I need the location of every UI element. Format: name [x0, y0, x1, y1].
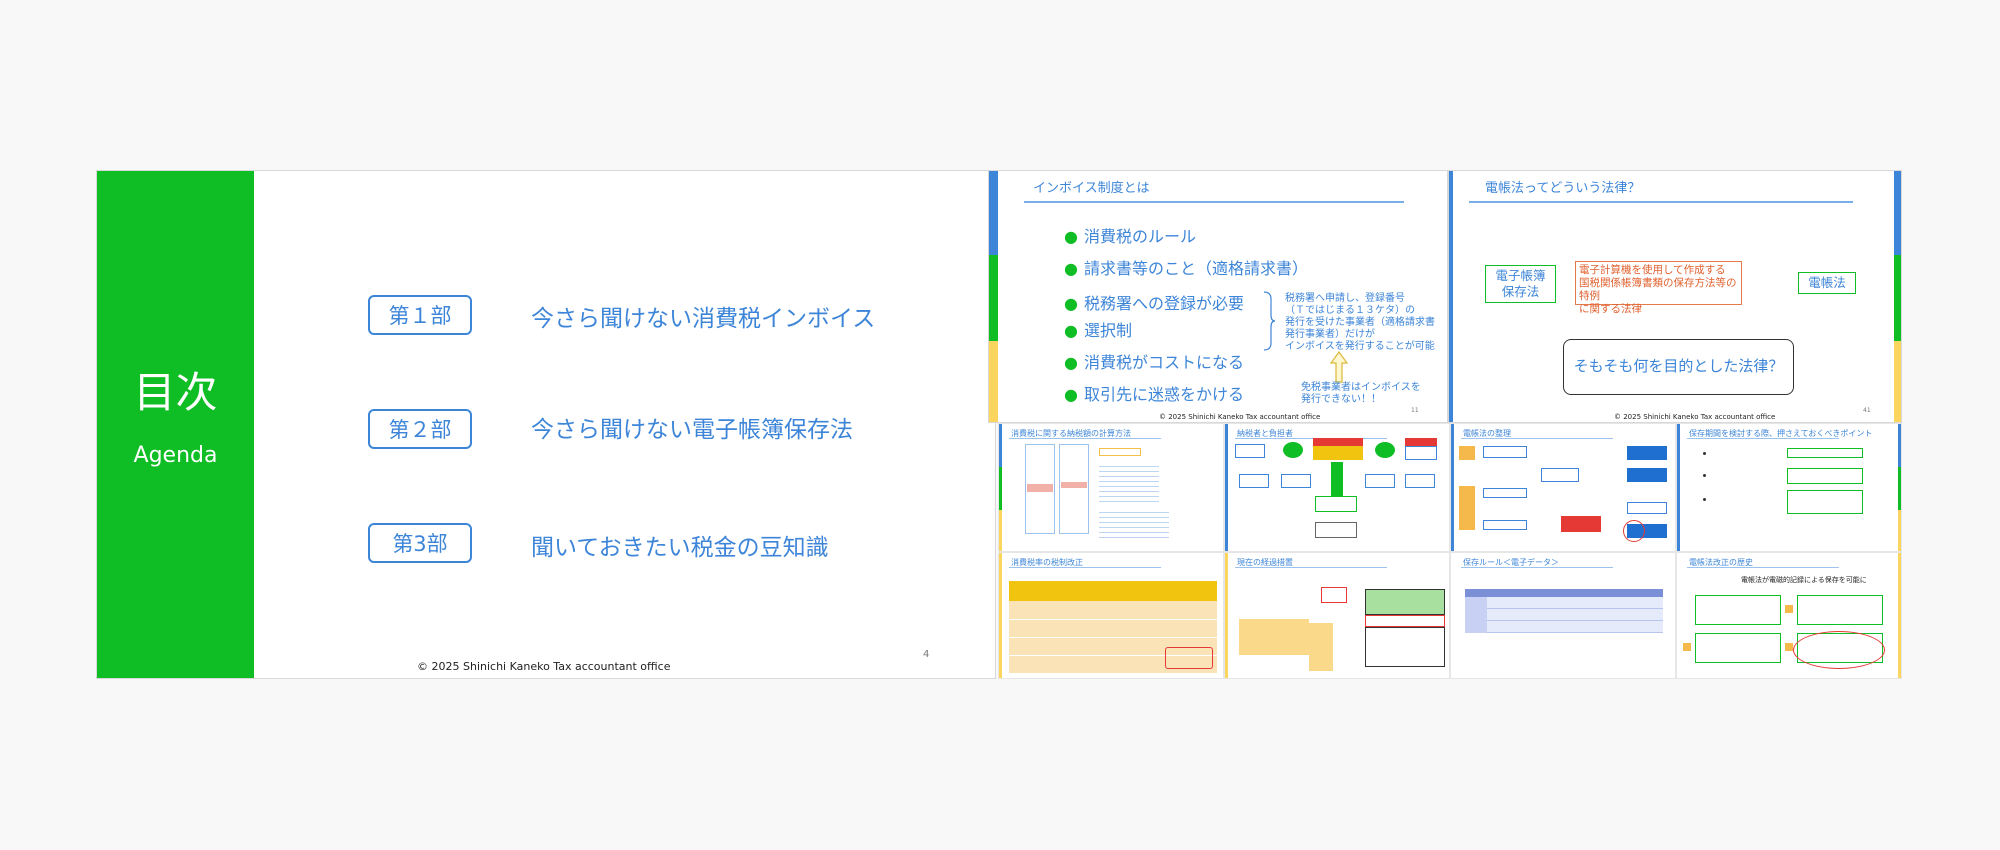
thumb-denchoho-history: 電帳法改正の歴史 電帳法が電磁的記録による保存を可能に	[1676, 552, 1902, 679]
part-2-label: 第２部	[368, 409, 472, 449]
left-blue-stripe	[1449, 171, 1453, 422]
part-3-label: 第3部	[368, 523, 472, 563]
denchoho-fullname-line-2: 保存法	[1501, 284, 1540, 299]
invoice-bullet-5: ● 消費税がコストになる	[1064, 353, 1244, 372]
agenda-page-number: 4	[923, 649, 930, 660]
invoice-footer: © 2025 Shinichi Kaneko Tax accountant of…	[1159, 413, 1321, 421]
part-1-title: 今さら聞けない消費税インボイス	[531, 306, 876, 332]
part-3-title: 聞いておきたい税金の豆知識	[531, 535, 829, 561]
law-name-line-2: 国税関係帳簿書類の保存方法等の特例	[1579, 277, 1737, 302]
agenda-footer: © 2025 Shinichi Kaneko Tax accountant of…	[417, 660, 671, 673]
thumb-taxpayer-burden: 納税者と負担者	[1224, 423, 1450, 552]
thumb-denchoho-overview: 電帳法の整理	[1450, 423, 1676, 552]
brace-icon	[1263, 291, 1276, 351]
registration-note-line-3: 発行を受けた事業者（適格請求書	[1285, 317, 1435, 328]
registration-note-line-4: 発行事業者）だけが	[1285, 329, 1375, 340]
thumb-tax-rate-revision: 消費税率の税制改正	[998, 552, 1224, 679]
registration-note-line-2: （Ｔではじまる１３ケタ）の	[1285, 305, 1415, 316]
thumb-storage-rules: 保存ルール＜電子データ＞	[1450, 552, 1676, 679]
invoice-bullet-3-text: 税務署への登録が必要	[1083, 294, 1244, 313]
invoice-title: インボイス制度とは	[1033, 181, 1150, 196]
purpose-question-box: そもそも何を目的とした法律？	[1563, 339, 1794, 395]
denchoho-fullname-line-1: 電子帳簿	[1495, 268, 1546, 283]
denchoho-fullname-box: 電子帳簿 保存法	[1485, 265, 1556, 303]
thumb-tax-calculation: 消費税に関する納税額の計算方法	[998, 423, 1224, 552]
invoice-bullet-2: ● 請求書等のこと（適格請求書）	[1064, 259, 1308, 278]
invoice-bullet-6: ● 取引先に迷惑をかける	[1064, 385, 1244, 404]
agenda-subtitle: Agenda	[133, 443, 218, 468]
right-stripe-green	[1894, 255, 1901, 341]
exempt-note: 免税事業者はインボイスを 発行できない！！	[1301, 382, 1421, 406]
up-arrow-icon	[1330, 351, 1348, 383]
agenda-slide: 目次 Agenda 第１部 今さら聞けない消費税インボイス 第２部 今さら聞けな…	[96, 170, 996, 679]
invoice-bullet-1-text: 消費税のルール	[1083, 227, 1196, 246]
thumb-transition-measures: 現在の経過措置	[1224, 552, 1450, 679]
denchoho-title-underline	[1469, 201, 1853, 203]
right-stripe-yellow	[1894, 341, 1901, 422]
invoice-bullet-1: ● 消費税のルール	[1064, 227, 1196, 246]
invoice-bullet-4-text: 選択制	[1083, 321, 1132, 340]
exempt-note-line-1: 免税事業者はインボイスを	[1301, 382, 1421, 393]
invoice-bullet-2-text: 請求書等のこと（適格請求書）	[1083, 259, 1308, 278]
invoice-title-underline	[1024, 201, 1404, 203]
part-1-label: 第１部	[368, 295, 472, 335]
exempt-note-line-2: 発行できない！！	[1301, 394, 1381, 405]
invoice-bullet-3: ● 税務署への登録が必要	[1064, 294, 1244, 313]
agenda-title: 目次	[133, 368, 218, 417]
invoice-page-number: 11	[1411, 407, 1419, 414]
denchoho-footer: © 2025 Shinichi Kaneko Tax accountant of…	[1614, 413, 1776, 421]
invoice-slide: インボイス制度とは ● 消費税のルール ● 請求書等のこと（適格請求書） ● 税務署へ…	[988, 170, 1448, 423]
invoice-bullet-5-text: 消費税がコストになる	[1083, 353, 1244, 372]
registration-note: 税務署へ申請し、登録番号 （Ｔではじまる１３ケタ）の 発行を受けた事業者（適格請…	[1285, 293, 1435, 353]
law-name-box: 電子計算機を使用して作成する 国税関係帳簿書類の保存方法等の特例 に関する法律	[1575, 261, 1742, 315]
registration-note-line-1: 税務署へ申請し、登録番号	[1285, 293, 1405, 304]
denchoho-slide: 電帳法ってどういう法律？ 電子帳簿 保存法 電子計算機を使用して作成する 国税関…	[1448, 170, 1902, 423]
law-name-line-3: に関する法律	[1579, 303, 1642, 315]
right-stripe-blue	[1894, 171, 1901, 255]
invoice-bullet-4: ● 選択制	[1064, 321, 1132, 340]
denchoho-page-number: 41	[1863, 407, 1871, 414]
denchoho-title: 電帳法ってどういう法律？	[1485, 181, 1641, 196]
part-2-title: 今さら聞けない電子帳簿保存法	[531, 417, 853, 443]
denchoho-short-box: 電帳法	[1798, 272, 1856, 294]
thumb-retention-period: 保存期間を検討する際、押さえておくべきポイント	[1676, 423, 1902, 552]
law-name-line-1: 電子計算機を使用して作成する	[1579, 264, 1726, 276]
invoice-bullet-6-text: 取引先に迷惑をかける	[1083, 385, 1244, 404]
registration-note-line-5: インボイスを発行することが可能	[1285, 341, 1435, 352]
thumb-8-heading: 電帳法が電磁的記録による保存を可能に	[1741, 576, 1867, 584]
agenda-sidebar	[97, 171, 254, 678]
